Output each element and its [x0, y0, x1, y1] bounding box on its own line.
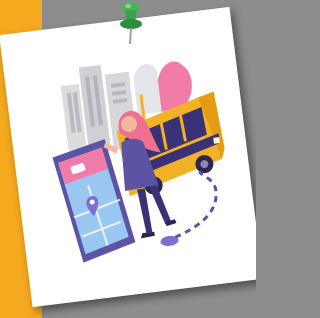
photo-card: [0, 6, 256, 308]
stage: [0, 0, 256, 318]
push-pin-icon: [120, 2, 142, 45]
illustration: [52, 61, 225, 263]
route-line: [174, 170, 218, 239]
